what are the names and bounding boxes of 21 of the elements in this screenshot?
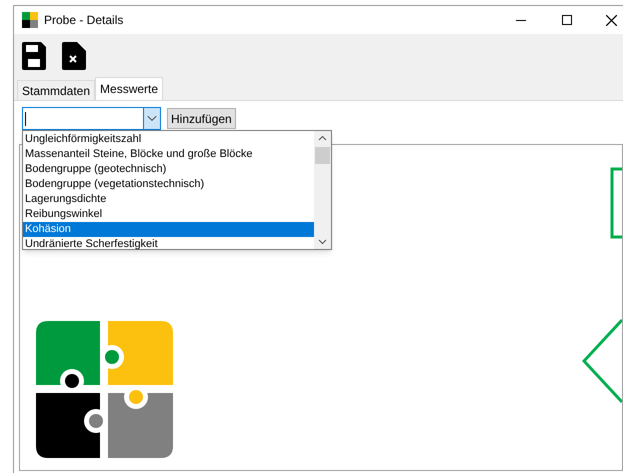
save-icon[interactable] <box>22 42 46 70</box>
dropdown-item[interactable]: Bodengruppe (geotechnisch) <box>23 162 314 177</box>
dropdown-item[interactable]: Kohäsion <box>23 222 314 237</box>
dropdown-item[interactable]: Lagerungsdichte <box>23 192 314 207</box>
dropdown-item[interactable]: Reibungswinkel <box>23 207 314 222</box>
app-icon <box>22 12 38 28</box>
window-title: Probe - Details <box>44 12 124 29</box>
maximize-icon[interactable] <box>562 15 572 25</box>
tab[interactable]: Messwerte <box>95 77 164 100</box>
delete-file-icon[interactable] <box>62 42 86 70</box>
combo-box[interactable] <box>22 107 161 130</box>
bracket-shape <box>610 167 622 239</box>
dropdown-item[interactable]: Bodengruppe (vegetationstechnisch) <box>23 177 314 192</box>
tab[interactable]: Stammdaten <box>17 80 96 100</box>
scrollbar[interactable] <box>314 131 331 249</box>
add-button[interactable]: Hinzufügen <box>167 108 236 129</box>
close-icon[interactable] <box>606 14 617 26</box>
dropdown-item[interactable]: Massenanteil Steine, Blöcke und große Blöcke <box>23 147 314 162</box>
dropdown-item[interactable]: Undränierte Scherfestigkeit <box>23 237 314 252</box>
scroll-thumb[interactable] <box>315 147 330 164</box>
dropdown-item[interactable]: Ungleichförmigkeitszahl <box>23 132 314 147</box>
